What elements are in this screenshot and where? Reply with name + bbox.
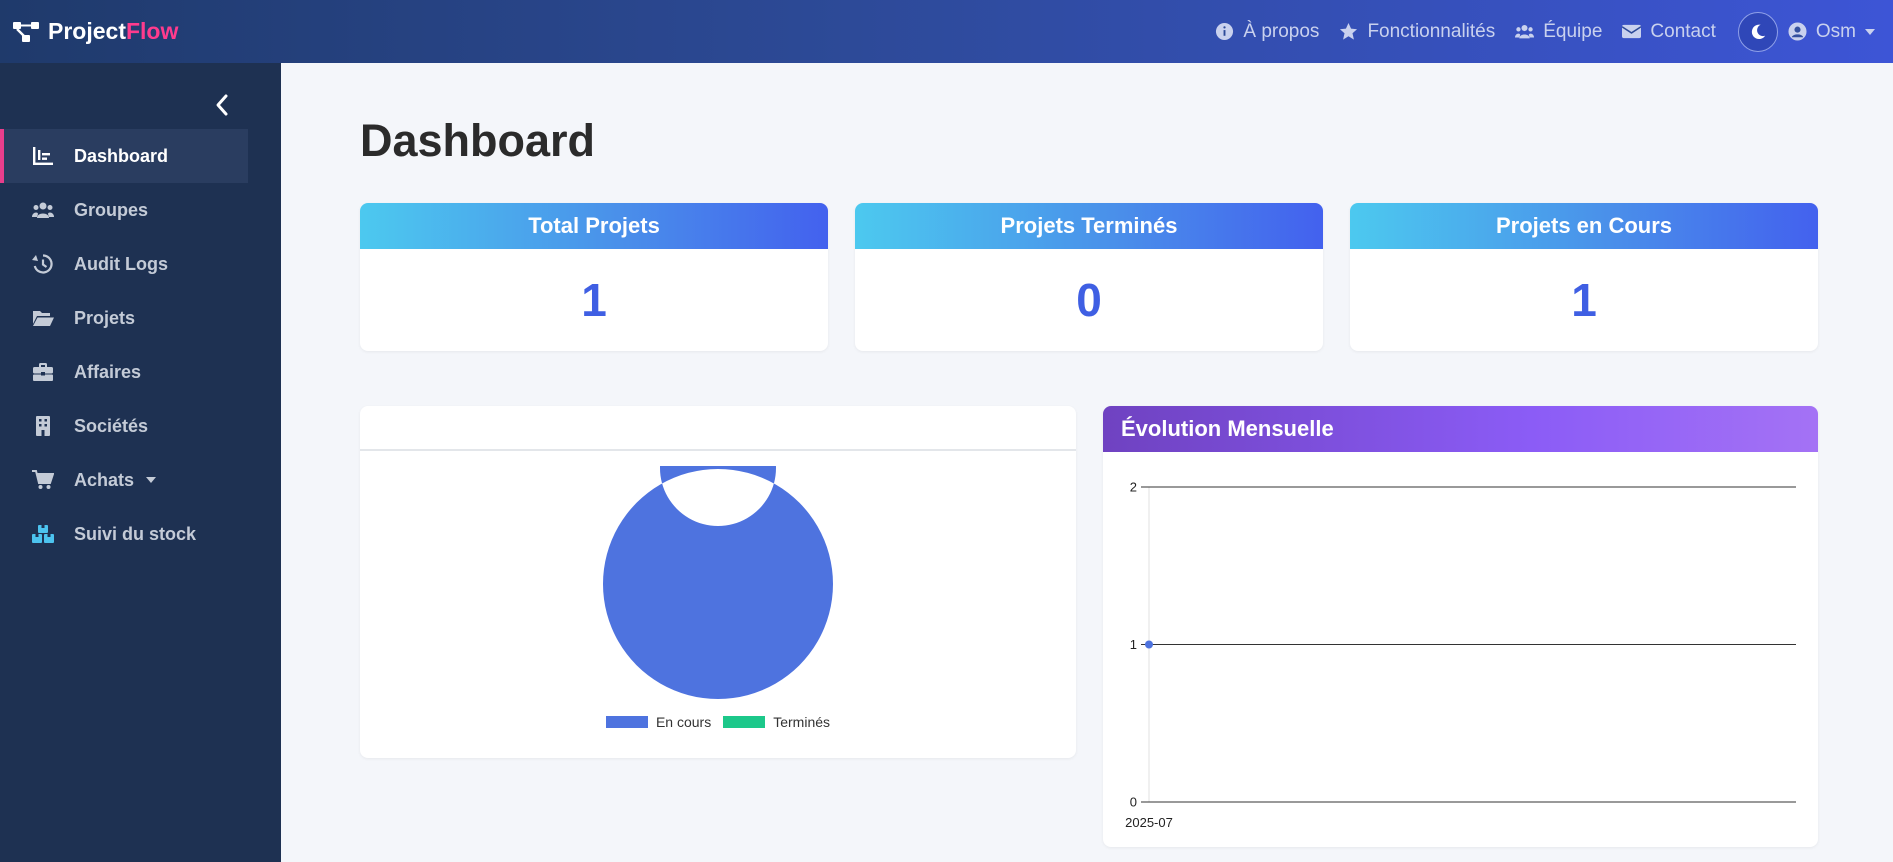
history-icon — [32, 254, 53, 274]
sidebar-item-audit-logs[interactable]: Audit Logs — [0, 237, 248, 291]
nav-link-team[interactable]: Équipe — [1515, 21, 1602, 43]
project-status-chart-card: En cours Terminés — [360, 406, 1076, 758]
top-navbar: Project Flow À propos Fonctionnalités Équ… — [0, 0, 1893, 63]
nav-link-label: Fonctionnalités — [1367, 20, 1496, 42]
legend-swatch — [723, 716, 766, 728]
nav-link-features[interactable]: Fonctionnalités — [1339, 21, 1495, 43]
chart-legend: En cours Terminés — [360, 714, 1076, 730]
chart-icon — [33, 147, 53, 165]
star-icon — [1340, 22, 1358, 40]
page-title: Dashboard — [360, 115, 596, 166]
project-diagram-icon — [13, 21, 39, 42]
sidebar-item-affaires[interactable]: Affaires — [0, 345, 248, 399]
sidebar-item-label: Groupes — [74, 199, 149, 220]
user-circle-icon — [1788, 22, 1807, 41]
sidebar-item-suivi-stock[interactable]: Suivi du stock — [0, 507, 248, 561]
user-menu[interactable]: Osm — [1788, 21, 1875, 43]
sidebar-item-label: Projets — [74, 307, 136, 328]
sidebar-collapse-button[interactable] — [210, 91, 234, 119]
brand-name: Project — [48, 18, 126, 44]
nav-link-label: Équipe — [1543, 20, 1603, 42]
nav-links: À propos Fonctionnalités Équipe Contact … — [1215, 0, 1893, 63]
nav-link-label: Contact — [1650, 20, 1716, 42]
briefcase-icon — [33, 363, 53, 381]
legend-item-en-cours[interactable]: En cours — [605, 714, 712, 730]
folder-open-icon — [33, 311, 54, 326]
sidebar-item-label: Achats — [74, 469, 135, 490]
y-tick-label: 2 — [1130, 480, 1137, 495]
boxes-icon — [32, 525, 54, 543]
brand-name-accent: Flow — [125, 18, 179, 44]
chevron-left-icon — [216, 94, 228, 116]
y-tick-label: 1 — [1130, 637, 1137, 652]
theme-toggle-button[interactable] — [1737, 11, 1778, 52]
building-icon — [36, 416, 50, 436]
stat-card-value: 0 — [1076, 274, 1102, 326]
sidebar-menu: Dashboard Groupes Audit Logs Projets Aff… — [0, 129, 248, 561]
data-point[interactable] — [1145, 640, 1153, 649]
x-tick-label: 2025-07 — [1125, 815, 1173, 830]
chart-card-header — [360, 406, 1076, 451]
y-tick-label: 0 — [1130, 795, 1137, 810]
cart-icon — [32, 470, 54, 489]
chart-card-title: Évolution Mensuelle — [1103, 406, 1818, 452]
nav-link-label: À propos — [1243, 20, 1320, 42]
project-status-doughnut-chart — [603, 466, 833, 699]
stat-card-projets-termines: Projets Terminés 0 — [855, 203, 1323, 351]
sidebar-item-label: Affaires — [74, 361, 142, 382]
legend-label: Terminés — [773, 714, 831, 730]
sidebar-item-achats[interactable]: Achats — [0, 453, 248, 507]
monthly-evolution-line-chart: 0 1 2 2025-07 — [1125, 480, 1796, 830]
user-name: Osm — [1815, 20, 1856, 42]
users-icon — [32, 202, 54, 218]
stat-card-value: 1 — [581, 274, 607, 326]
users-icon — [1515, 25, 1535, 39]
brand-logo[interactable]: Project Flow — [12, 18, 178, 45]
info-circle-icon — [1216, 22, 1234, 41]
chevron-down-icon — [1865, 28, 1875, 35]
sidebar-item-label: Audit Logs — [74, 253, 168, 274]
sidebar-item-groupes[interactable]: Groupes — [0, 183, 248, 237]
sidebar-item-projets[interactable]: Projets — [0, 291, 248, 345]
stat-card-value: 1 — [1571, 274, 1597, 326]
sidebar-item-societes[interactable]: Sociétés — [0, 399, 248, 453]
monthly-evolution-chart-card: Évolution Mensuelle 0 1 2 2025-07 — [1103, 406, 1818, 847]
legend-label: En cours — [655, 714, 712, 730]
sidebar-item-dashboard[interactable]: Dashboard — [0, 129, 248, 183]
chevron-down-icon — [146, 477, 157, 483]
stat-card-total-projets: Total Projets 1 — [360, 203, 828, 351]
sidebar-item-label: Sociétés — [74, 415, 149, 436]
stat-card-title: Total Projets — [360, 203, 828, 249]
sidebar: Dashboard Groupes Audit Logs Projets Aff… — [0, 63, 281, 862]
legend-item-termines[interactable]: Terminés — [723, 714, 830, 730]
stat-card-projets-en-cours: Projets en Cours 1 — [1350, 203, 1818, 351]
nav-link-contact[interactable]: Contact — [1622, 20, 1716, 43]
nav-link-about[interactable]: À propos — [1215, 21, 1319, 43]
sidebar-item-label: Dashboard — [74, 145, 169, 166]
moon-icon — [1751, 24, 1766, 39]
legend-swatch — [605, 716, 648, 728]
stat-card-title: Projets Terminés — [855, 203, 1323, 249]
stat-card-title: Projets en Cours — [1350, 203, 1818, 249]
envelope-icon — [1622, 24, 1642, 39]
sidebar-item-label: Suivi du stock — [74, 523, 197, 544]
